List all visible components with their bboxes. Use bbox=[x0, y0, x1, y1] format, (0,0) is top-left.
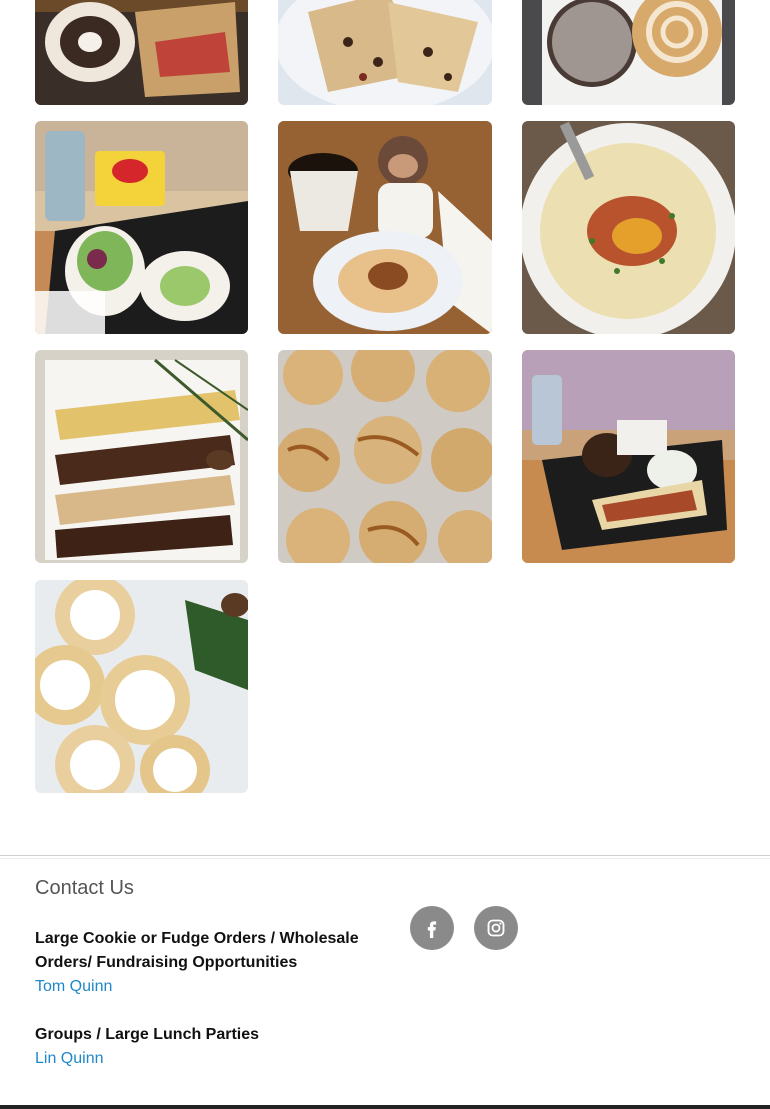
photo-scone[interactable] bbox=[278, 0, 492, 105]
photo-coffee-monkey[interactable] bbox=[278, 121, 492, 334]
photo-snowman-cookies[interactable] bbox=[35, 580, 248, 793]
footer-bottom-bar bbox=[0, 1105, 770, 1109]
contact-heading-cookie-orders: Large Cookie or Fudge Orders / Wholesale… bbox=[35, 930, 359, 971]
contact-link-tom-quinn[interactable]: Tom Quinn bbox=[35, 975, 380, 999]
facebook-button[interactable] bbox=[410, 906, 454, 950]
photo-quesadilla-basket[interactable] bbox=[522, 350, 735, 563]
photo-panini-donut[interactable] bbox=[35, 0, 248, 105]
contact-title: Contact Us bbox=[35, 877, 134, 899]
instagram-button[interactable] bbox=[474, 906, 518, 950]
photo-wraps-chips[interactable] bbox=[35, 121, 248, 334]
footer-divider bbox=[0, 855, 770, 856]
facebook-icon bbox=[427, 921, 437, 938]
contact-block-lunch-parties: Groups / Large Lunch Parties Lin Quinn bbox=[35, 1023, 380, 1071]
photo-potato-soup[interactable] bbox=[522, 121, 735, 334]
photo-gallery bbox=[0, 0, 770, 800]
photo-biscotti[interactable] bbox=[35, 350, 248, 563]
contact-heading-lunch-parties: Groups / Large Lunch Parties bbox=[35, 1026, 260, 1043]
contact-link-lin-quinn[interactable]: Lin Quinn bbox=[35, 1047, 380, 1071]
photo-cookies-napkin[interactable] bbox=[522, 0, 735, 105]
photo-caramel-cookies[interactable] bbox=[278, 350, 492, 563]
contact-block-cookie-orders: Large Cookie or Fudge Orders / Wholesale… bbox=[35, 927, 380, 999]
footer-divider-shadow bbox=[0, 858, 770, 859]
instagram-icon bbox=[487, 919, 505, 937]
